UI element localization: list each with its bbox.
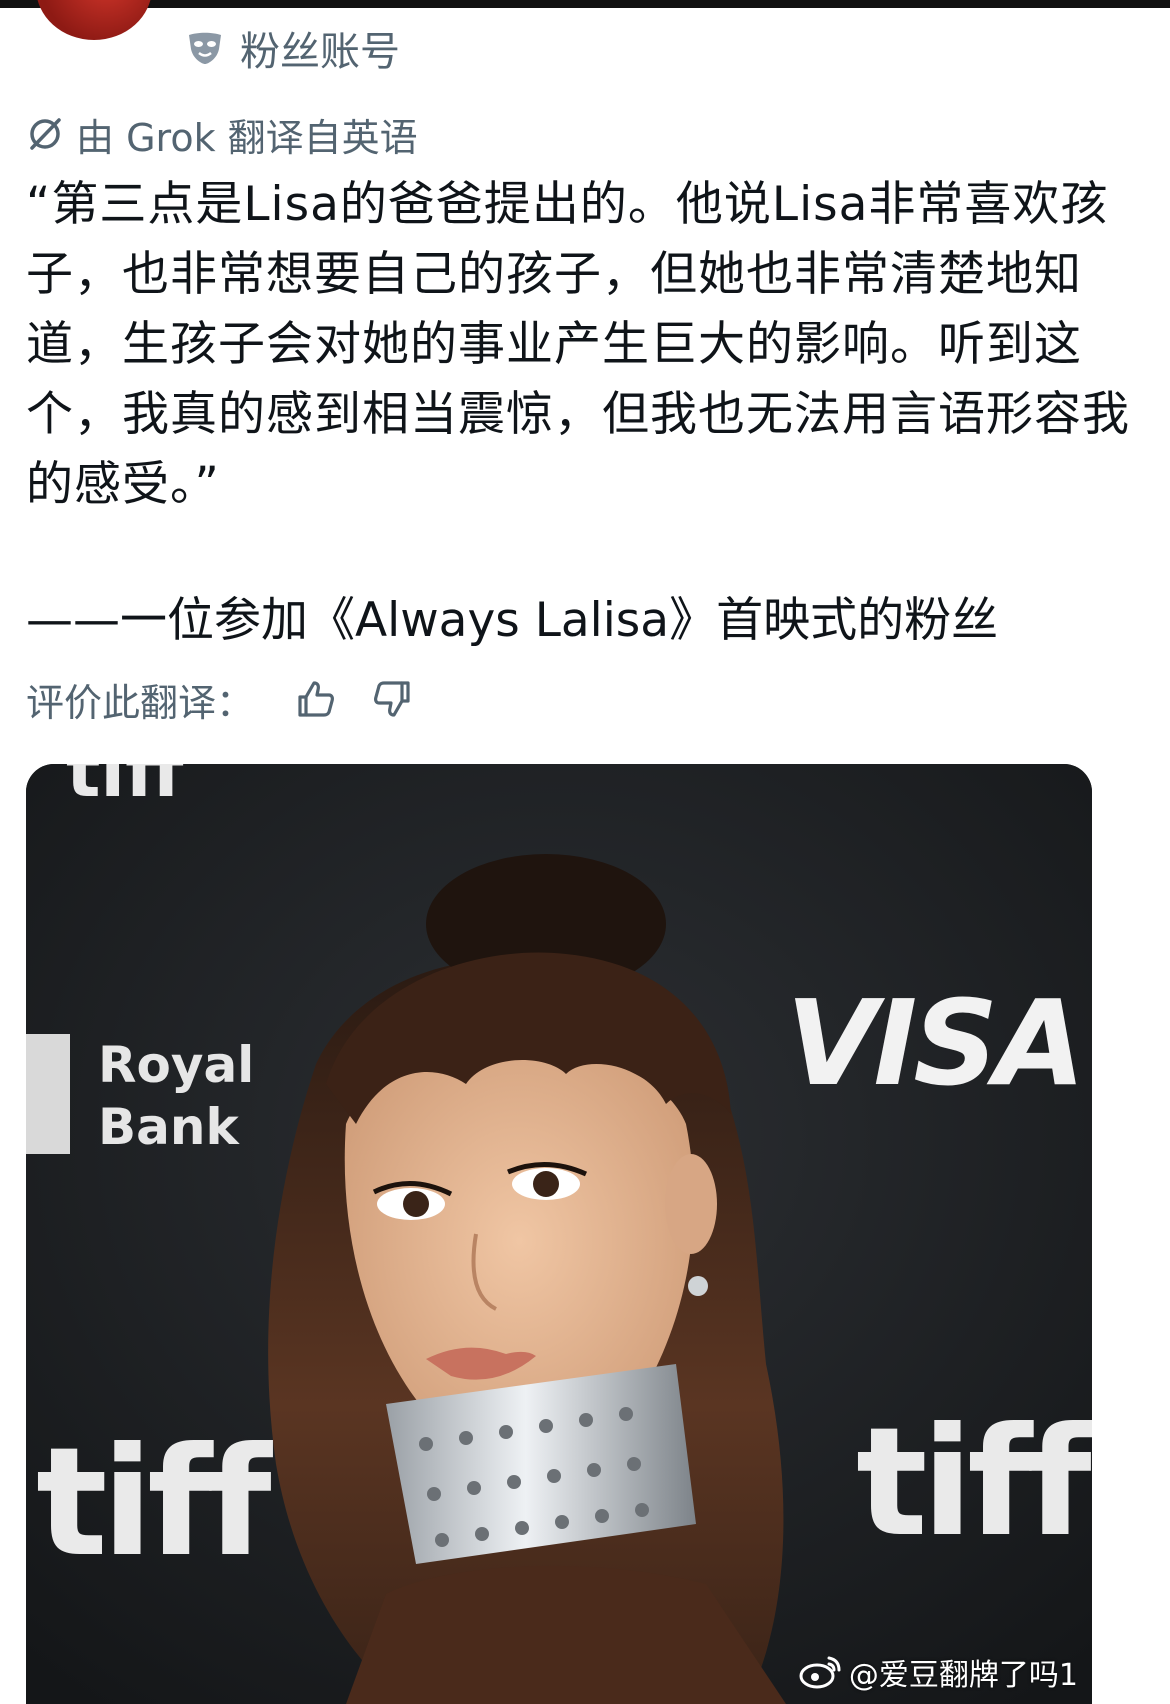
backdrop-logo-tiff-right: tiff (856, 1396, 1092, 1570)
event-photo: tiff Royal Bank VISA tiff tiff RB (26, 764, 1092, 1704)
post-photo[interactable]: tiff Royal Bank VISA tiff tiff RB (26, 764, 1092, 1704)
account-type-row: 粉丝账号 (186, 20, 400, 76)
rate-translation-row: 评价此翻译： (26, 672, 444, 726)
thumbs-down-button[interactable] (368, 675, 416, 723)
bank-logo-line1: Royal (98, 1036, 254, 1094)
weibo-icon (799, 1656, 841, 1689)
rate-translation-label: 评价此翻译： (26, 680, 255, 725)
weibo-watermark: @爱豆翻牌了吗1 (799, 1650, 1078, 1694)
watermark-text: @爱豆翻牌了吗1 (848, 1658, 1078, 1693)
thumbs-down-icon (374, 681, 410, 717)
thumbs-up-button[interactable] (292, 675, 340, 723)
mask-icon (189, 32, 221, 64)
grok-icon (30, 118, 61, 150)
thumbs-up-icon (298, 681, 334, 717)
translation-notice-text: 由 Grok 翻译自英语 (76, 115, 418, 160)
backdrop-logo-tiff-left: tiff (36, 1416, 273, 1590)
visa-logo: VISA (786, 974, 1082, 1112)
post-attribution: ——一位参加《Always Lalisa》首映式的粉丝 (26, 593, 999, 648)
bank-logo-line2: Bank (98, 1098, 240, 1156)
account-type-label: 粉丝账号 (240, 29, 400, 75)
post-quote: “第三点是Lisa的爸爸提出的。他说Lisa非常喜欢孩子，也非常想要自己的孩子，… (26, 177, 1130, 512)
status-bar-edge (0, 0, 1170, 8)
translation-notice: 由 Grok 翻译自英语 (26, 106, 418, 162)
avatar[interactable] (36, 0, 152, 40)
backdrop-logo-tiff-top: tiff (66, 764, 184, 813)
